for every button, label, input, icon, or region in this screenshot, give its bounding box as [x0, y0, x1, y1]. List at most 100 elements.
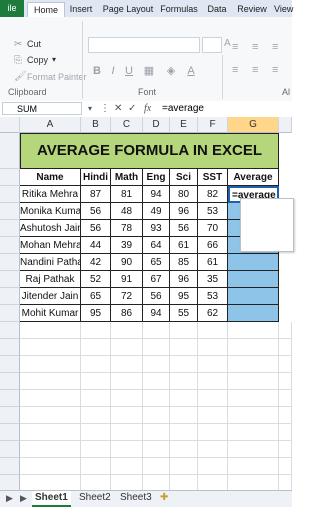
table-cell-name[interactable]: Ashutosh Jain: [20, 220, 81, 237]
empty-cell[interactable]: [20, 390, 81, 407]
table-cell-math[interactable]: 90: [111, 254, 143, 271]
table-cell-eng[interactable]: 94: [143, 186, 170, 203]
column-header-e[interactable]: E: [170, 117, 198, 133]
empty-cell[interactable]: [81, 390, 111, 407]
empty-cell[interactable]: [20, 424, 81, 441]
header-cell-hindi[interactable]: Hindi: [81, 169, 111, 186]
table-cell-hindi[interactable]: 65: [81, 288, 111, 305]
empty-cell[interactable]: [228, 407, 279, 424]
empty-cell[interactable]: [111, 322, 143, 339]
table-cell-sst[interactable]: 53: [198, 288, 228, 305]
table-cell-sci[interactable]: 56: [170, 220, 198, 237]
header-cell-name[interactable]: Name: [20, 169, 81, 186]
row-header[interactable]: [0, 390, 20, 407]
empty-cell[interactable]: [198, 441, 228, 458]
table-cell-eng[interactable]: 56: [143, 288, 170, 305]
empty-cell[interactable]: [170, 458, 198, 475]
row-header[interactable]: [0, 356, 20, 373]
underline-button[interactable]: U: [122, 64, 136, 78]
empty-cell[interactable]: [20, 322, 81, 339]
empty-cell[interactable]: [111, 441, 143, 458]
empty-cell[interactable]: [81, 424, 111, 441]
column-header-b[interactable]: B: [81, 117, 111, 133]
empty-cell[interactable]: [20, 458, 81, 475]
empty-cell[interactable]: [81, 407, 111, 424]
empty-cell[interactable]: [81, 356, 111, 373]
table-cell-hindi[interactable]: 52: [81, 271, 111, 288]
row-header[interactable]: [0, 203, 20, 220]
tab-page-layout[interactable]: Page Layout: [100, 2, 156, 17]
empty-cell[interactable]: [20, 441, 81, 458]
column-header-c[interactable]: C: [111, 117, 143, 133]
borders-icon[interactable]: ▦: [142, 64, 156, 78]
empty-cell[interactable]: [81, 458, 111, 475]
align-right-icon[interactable]: ≡: [272, 64, 278, 76]
grow-font-icon[interactable]: A: [224, 38, 231, 49]
table-cell-sci[interactable]: 55: [170, 305, 198, 322]
table-cell-hindi[interactable]: 44: [81, 237, 111, 254]
table-cell-eng[interactable]: 67: [143, 271, 170, 288]
empty-cell[interactable]: [170, 322, 198, 339]
tab-file[interactable]: ile: [0, 0, 24, 17]
empty-cell[interactable]: [81, 441, 111, 458]
title-cell[interactable]: AVERAGE FORMULA IN EXCEL: [20, 133, 279, 169]
font-color-button[interactable]: A: [184, 64, 198, 78]
row-header[interactable]: [0, 407, 20, 424]
empty-cell[interactable]: [279, 407, 292, 424]
empty-cell[interactable]: [143, 424, 170, 441]
table-cell-eng[interactable]: 93: [143, 220, 170, 237]
table-cell-math[interactable]: 91: [111, 271, 143, 288]
table-cell-math[interactable]: 72: [111, 288, 143, 305]
italic-button[interactable]: I: [106, 64, 120, 78]
row-header[interactable]: [0, 339, 20, 356]
enter-button[interactable]: ✓: [128, 102, 136, 116]
empty-cell[interactable]: [228, 458, 279, 475]
bold-button[interactable]: B: [90, 64, 104, 78]
empty-cell[interactable]: [228, 373, 279, 390]
table-cell-math[interactable]: 86: [111, 305, 143, 322]
table-cell-sst[interactable]: 62: [198, 305, 228, 322]
header-cell-sci[interactable]: Sci: [170, 169, 198, 186]
header-cell-eng[interactable]: Eng: [143, 169, 170, 186]
empty-cell[interactable]: [143, 356, 170, 373]
empty-cell[interactable]: [228, 322, 279, 339]
autocomplete-popup[interactable]: [240, 198, 294, 252]
empty-cell[interactable]: [198, 407, 228, 424]
table-cell-hindi[interactable]: 56: [81, 203, 111, 220]
table-cell-hindi[interactable]: 42: [81, 254, 111, 271]
table-cell-sci[interactable]: 61: [170, 237, 198, 254]
table-cell-sst[interactable]: 82: [198, 186, 228, 203]
row-header[interactable]: [0, 458, 20, 475]
empty-cell[interactable]: [279, 441, 292, 458]
font-size-combo[interactable]: [202, 37, 222, 53]
align-top-icon[interactable]: ≡: [232, 41, 238, 53]
table-cell-name[interactable]: Monika Kumari: [20, 203, 81, 220]
empty-cell[interactable]: [111, 339, 143, 356]
column-header-g[interactable]: G: [228, 117, 279, 133]
table-cell-sci[interactable]: 96: [170, 203, 198, 220]
empty-cell[interactable]: [81, 322, 111, 339]
column-header-f[interactable]: F: [198, 117, 228, 133]
new-sheet-icon[interactable]: ✚: [157, 491, 171, 505]
table-cell-sst[interactable]: 53: [198, 203, 228, 220]
empty-cell[interactable]: [198, 458, 228, 475]
empty-cell[interactable]: [143, 339, 170, 356]
table-cell-name[interactable]: Ritika Mehra: [20, 186, 81, 203]
empty-cell[interactable]: [279, 390, 292, 407]
empty-cell[interactable]: [143, 441, 170, 458]
row-header[interactable]: [0, 133, 20, 169]
table-cell-name[interactable]: Nandini Pathak: [20, 254, 81, 271]
empty-cell[interactable]: [198, 390, 228, 407]
row-header[interactable]: [0, 271, 20, 288]
empty-cell[interactable]: [20, 373, 81, 390]
align-bottom-icon[interactable]: ≡: [272, 41, 278, 53]
empty-cell[interactable]: [170, 407, 198, 424]
table-cell-sci[interactable]: 96: [170, 271, 198, 288]
empty-cell[interactable]: [279, 373, 292, 390]
table-cell-hindi[interactable]: 95: [81, 305, 111, 322]
row-header[interactable]: [0, 288, 20, 305]
empty-cell[interactable]: [111, 356, 143, 373]
empty-cell[interactable]: [279, 356, 292, 373]
table-cell-eng[interactable]: 64: [143, 237, 170, 254]
table-cell-average[interactable]: [228, 271, 279, 288]
